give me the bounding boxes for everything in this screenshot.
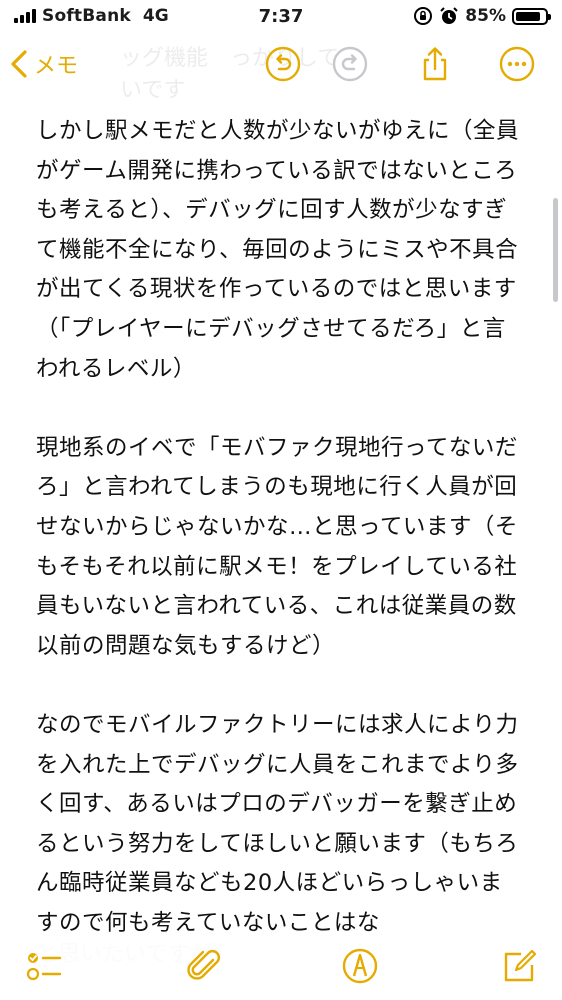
status-bar: SoftBank 4G 7:37 85% bbox=[0, 0, 562, 34]
orientation-lock-icon bbox=[414, 7, 433, 25]
note-paragraph-3[interactable]: なのでモバイルファクトリーには求人により力を入れた上でデバッグに人員をこれまでよ… bbox=[36, 706, 524, 944]
note-paragraph-1[interactable]: しかし駅メモだと人数が少ないがゆえに（全員がゲーム開発に携わっている訳ではないと… bbox=[36, 112, 524, 389]
note-toolbar: ッグ機能 っかりして いです メモ bbox=[0, 34, 562, 103]
battery-icon bbox=[512, 7, 551, 25]
battery-percentage: 85% bbox=[465, 6, 506, 26]
compose-icon[interactable] bbox=[499, 946, 539, 986]
attachment-icon[interactable] bbox=[185, 946, 225, 986]
scrolled-text-ghost-2: いです bbox=[120, 78, 186, 103]
markup-icon[interactable] bbox=[340, 946, 380, 986]
scrolled-text-ghost: ッグ機能 っかりして bbox=[120, 46, 340, 71]
scroll-indicator[interactable] bbox=[553, 198, 558, 302]
battery-level bbox=[516, 11, 540, 21]
bottom-toolbar bbox=[0, 934, 562, 1000]
note-body[interactable]: しかし駅メモだと人数が少ないがゆえに（全員がゲーム開発に携わっている訳ではないと… bbox=[36, 112, 524, 983]
share-icon[interactable] bbox=[416, 45, 454, 83]
chevron-left-icon bbox=[11, 50, 27, 78]
redo-icon[interactable] bbox=[331, 45, 369, 83]
alarm-icon bbox=[440, 7, 459, 24]
checklist-icon[interactable] bbox=[24, 946, 64, 986]
undo-icon[interactable] bbox=[264, 45, 302, 83]
back-button[interactable]: メモ bbox=[10, 48, 78, 80]
status-right: 85% bbox=[413, 6, 551, 26]
back-label: メモ bbox=[34, 54, 79, 79]
more-icon[interactable] bbox=[498, 45, 536, 83]
note-paragraph-2[interactable]: 現地系のイベで「モバファク現地行ってないだろ」と言われてしまうのも現地に行く人員… bbox=[36, 429, 524, 667]
